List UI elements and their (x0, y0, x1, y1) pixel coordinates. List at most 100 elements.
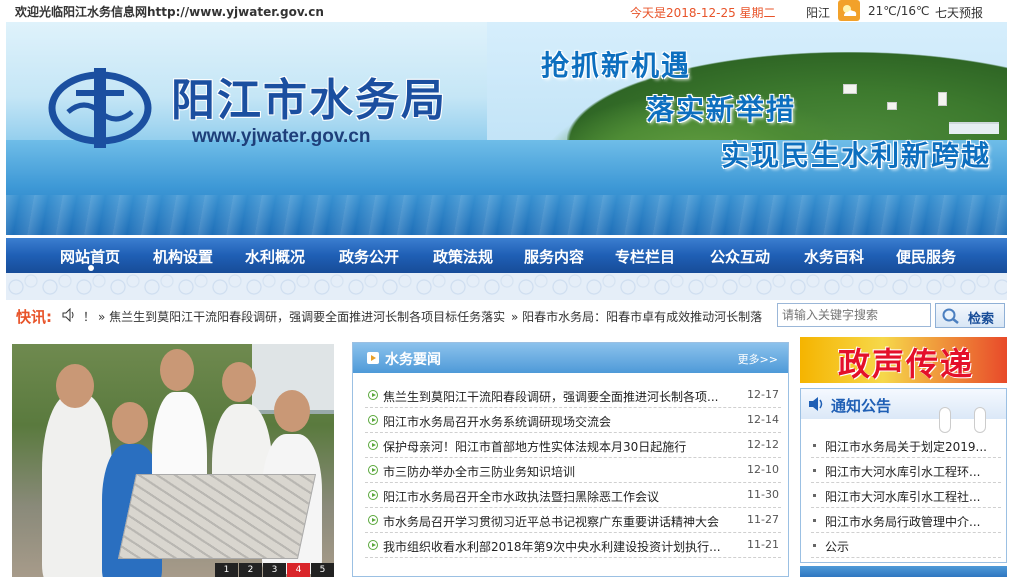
more-link[interactable]: 更多>> (738, 351, 778, 367)
forecast-link[interactable]: 七天预报 (935, 4, 983, 21)
news-date: 12-17 (747, 388, 779, 401)
notice-panel: 通知公告 阳江市水务局关于划定2019... 阳江市大河水库引水工程环... 阳… (800, 388, 1007, 563)
bullet-icon (813, 444, 816, 447)
photo-person (274, 390, 310, 432)
ticker-item[interactable]: » 焦兰生到莫阳江干流阳春段调研，强调要全面推进河长制各项目标任务落实 (98, 308, 505, 325)
news-title[interactable]: 阳江市水务局召开全市水政执法暨扫黑除恶工作会议 (383, 488, 659, 505)
list-item[interactable]: 保护母亲河！阳江市首部地方性实体法规本月30日起施行 12-12 (365, 433, 781, 458)
news-ticker-row: 快讯: ！ » 焦兰生到莫阳江干流阳春段调研，强调要全面推进河长制各项目标任务落… (6, 302, 1007, 330)
news-title[interactable]: 市水务局召开学习贯彻习近平总书记视察广东重要讲话精神大会 (383, 513, 719, 530)
banner-dam (949, 122, 999, 134)
slide-page-button[interactable]: 1 (215, 563, 238, 577)
arrow-bullet-icon (368, 540, 378, 550)
nav-item-home[interactable]: 网站首页 (60, 246, 120, 267)
bullet-icon (813, 469, 816, 472)
notice-item[interactable]: 阳江市水务局关于划定2019... (825, 438, 987, 455)
notice-header: 通知公告 (801, 389, 1006, 433)
slide-page-button[interactable]: 3 (263, 563, 286, 577)
notice-item[interactable]: 阳江市大河水库引水工程环... (825, 463, 980, 480)
search-button-label: 检索 (968, 311, 995, 326)
slide-page-button[interactable]: 5 (311, 563, 334, 577)
speaker-icon (809, 397, 823, 411)
nav-item-organization[interactable]: 机构设置 (153, 246, 213, 267)
nav-item-water-overview[interactable]: 水利概况 (245, 246, 305, 267)
slide-page-button-active[interactable]: 4 (287, 563, 310, 577)
news-title[interactable]: 市三防办举办全市三防业务知识培训 (383, 463, 575, 480)
slogan-line-3: 实现民生水利新跨越 (721, 139, 992, 172)
scroll-down-handle[interactable] (974, 407, 986, 433)
notice-list: 阳江市水务局关于划定2019... 阳江市大河水库引水工程环... 阳江市大河水… (811, 433, 1001, 558)
arrow-right-icon (367, 352, 379, 364)
nav-active-indicator (88, 265, 94, 271)
photo-person (222, 362, 256, 402)
bullet-icon (813, 544, 816, 547)
bullet-icon (813, 494, 816, 497)
list-item[interactable]: 阳江市水务局行政管理中介... (811, 508, 1001, 533)
nav-item-columns[interactable]: 专栏栏目 (615, 246, 675, 267)
notice-item[interactable]: 阳江市水务局行政管理中介... (825, 513, 980, 530)
slide-page-button[interactable]: 2 (239, 563, 262, 577)
main-nav: 网站首页 机构设置 水利概况 政务公开 政策法规 服务内容 专栏栏目 公众互动 … (6, 238, 1007, 273)
nav-item-services[interactable]: 服务内容 (524, 246, 584, 267)
photo-slideshow[interactable]: 1 2 3 4 5 (12, 344, 334, 577)
list-item[interactable]: 阳江市水务局召开水务系统调研现场交流会 12-14 (365, 408, 781, 433)
arrow-bullet-icon (368, 515, 378, 525)
list-item[interactable]: 阳江市水务局关于划定2019... (811, 433, 1001, 458)
photo-person (56, 364, 94, 408)
ticker-label: 快讯: (16, 308, 52, 326)
list-item[interactable]: 市三防办举办全市三防业务知识培训 12-10 (365, 458, 781, 483)
nav-item-gov-affairs[interactable]: 政务公开 (339, 246, 399, 267)
list-item[interactable]: 市水务局召开学习贯彻习近平总书记视察广东重要讲话精神大会 11-27 (365, 508, 781, 533)
photo-map-sheet (117, 474, 317, 559)
banner-house (843, 84, 857, 94)
arrow-bullet-icon (368, 415, 378, 425)
banner-house (938, 92, 947, 106)
list-item[interactable]: 阳江市水务局召开全市水政执法暨扫黑除恶工作会议 11-30 (365, 483, 781, 508)
speaker-icon (62, 308, 74, 322)
news-date: 12-14 (747, 413, 779, 426)
news-panel-header: 水务要闻 更多>> (353, 343, 788, 373)
nav-item-convenience[interactable]: 便民服务 (896, 246, 956, 267)
search-button[interactable]: 检索 (935, 303, 1005, 328)
news-list: 焦兰生到莫阳江干流阳春段调研，强调要全面推进河长制各项... 12-17 阳江市水… (365, 383, 781, 558)
banner-house (887, 102, 897, 110)
news-title[interactable]: 保护母亲河！阳江市首部地方性实体法规本月30日起施行 (383, 438, 686, 455)
arrow-bullet-icon (368, 390, 378, 400)
news-title[interactable]: 我市组织收看水利部2018年第9次中央水利建设投资计划执行... (383, 538, 721, 555)
top-bar: 欢迎光临阳江水务信息网http://www.yjwater.gov.cn 今天是… (0, 0, 1013, 22)
search-input[interactable] (777, 303, 931, 327)
sun-cloud-icon (838, 0, 860, 21)
nav-item-encyclopedia[interactable]: 水务百科 (804, 246, 864, 267)
news-title[interactable]: 阳江市水务局召开水务系统调研现场交流会 (383, 413, 611, 430)
header-banner: 阳江市水务局 www.yjwater.gov.cn 抢抓新机遇 落实新举措 实现… (6, 22, 1007, 235)
ticker-item[interactable]: » 阳春市水务局：阳春市卓有成效推动河长制落 (511, 308, 762, 325)
slideshow-pager: 1 2 3 4 5 (214, 563, 334, 577)
notice-item[interactable]: 公示 (825, 538, 849, 555)
nav-item-public-interaction[interactable]: 公众互动 (710, 246, 770, 267)
photo-person (112, 402, 148, 444)
news-date: 11-21 (747, 538, 779, 551)
list-item[interactable]: 我市组织收看水利部2018年第9次中央水利建设投资计划执行... 11-21 (365, 533, 781, 558)
org-name: 阳江市水务局 (171, 75, 447, 126)
nav-item-policies[interactable]: 政策法规 (433, 246, 493, 267)
bullet-icon (813, 519, 816, 522)
list-item[interactable]: 公示 (811, 533, 1001, 558)
notice-title: 通知公告 (831, 397, 892, 415)
notice-item[interactable]: 阳江市大河水库引水工程社... (825, 488, 980, 505)
weather-city: 阳江 (806, 6, 831, 20)
list-item[interactable]: 阳江市大河水库引水工程社... (811, 483, 1001, 508)
slogan-line-2: 落实新举措 (646, 93, 797, 126)
news-date: 11-27 (747, 513, 779, 526)
service-panel-header (800, 566, 1007, 577)
news-title[interactable]: 焦兰生到莫阳江干流阳春段调研，强调要全面推进河长制各项... (383, 388, 718, 405)
news-date: 12-12 (747, 438, 779, 451)
list-item[interactable]: 阳江市大河水库引水工程环... (811, 458, 1001, 483)
promo-banner[interactable]: 政声传递 (800, 337, 1007, 383)
scroll-up-handle[interactable] (939, 407, 951, 433)
list-item[interactable]: 焦兰生到莫阳江干流阳春段调研，强调要全面推进河长制各项... 12-17 (365, 383, 781, 408)
promo-banner-text: 政声传递 (838, 345, 975, 383)
water-bureau-logo-icon (48, 68, 152, 148)
slogan-line-1: 抢抓新机遇 (541, 49, 692, 82)
arrow-bullet-icon (368, 440, 378, 450)
water-news-panel: 水务要闻 更多>> 焦兰生到莫阳江干流阳春段调研，强调要全面推进河长制各项...… (352, 342, 789, 577)
